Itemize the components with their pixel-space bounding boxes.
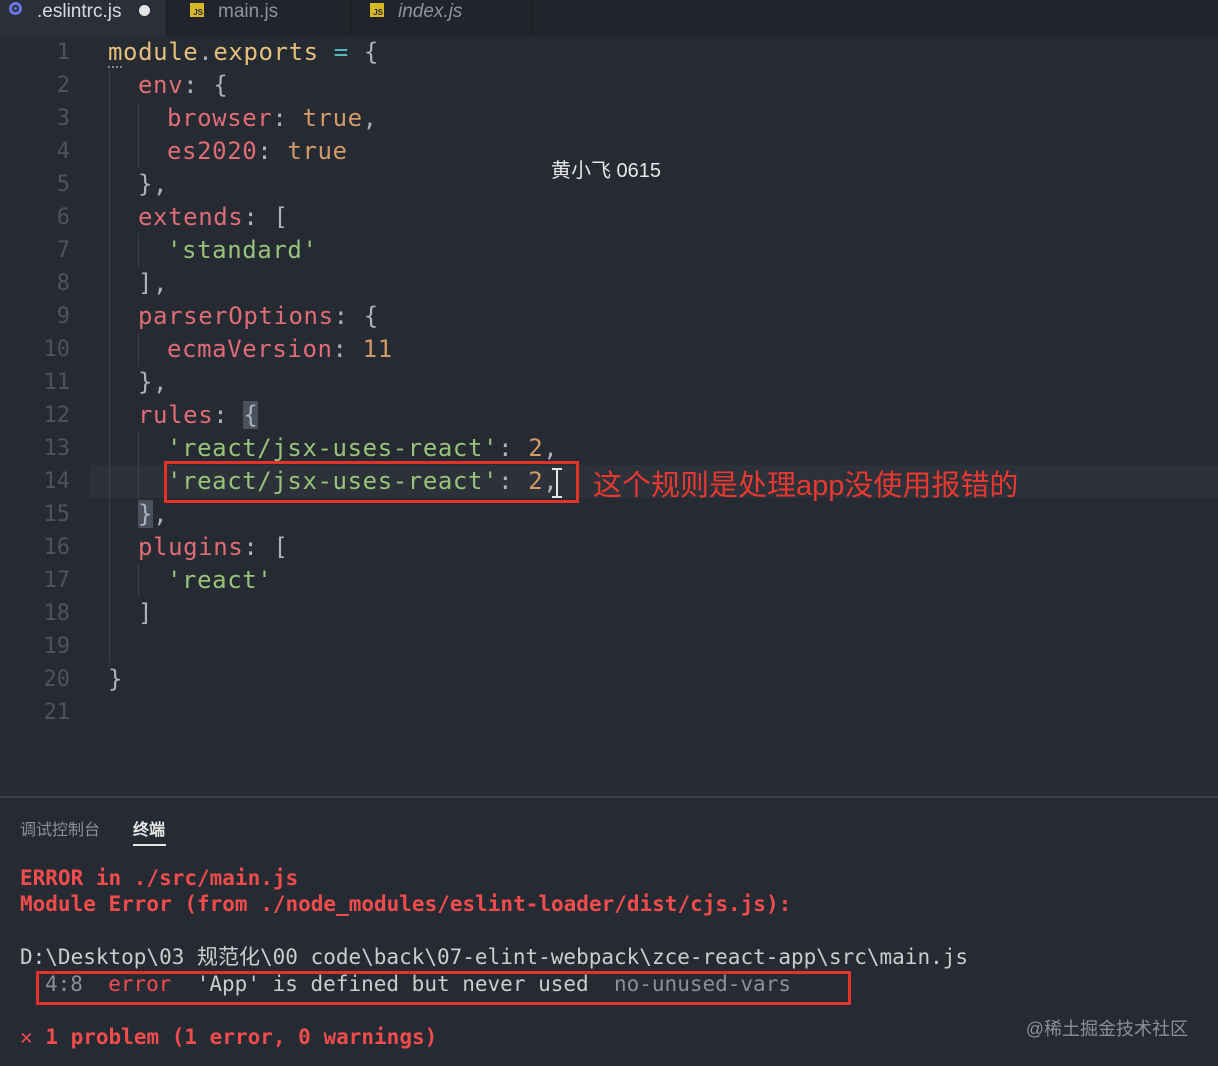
line-number: 10 (43, 337, 71, 362)
terminal-summary: ✕ 1 problem (1 error, 0 warnings) (20, 1025, 438, 1049)
code-line-9: parserOptions: { (138, 302, 379, 330)
text-cursor-icon (552, 468, 562, 498)
tab-eslintrc[interactable]: .eslintrc.js (0, 0, 166, 36)
code-line-16: plugins: [ (138, 533, 289, 561)
line-number: 8 (56, 271, 70, 296)
code-line-3: browser: true, (167, 104, 378, 132)
code-editor[interactable]: 1 2 3 4 5 6 7 8 9 10 11 12 13 14 15 16 1… (0, 36, 1218, 796)
tab-index-js[interactable]: JS index.js (351, 0, 531, 36)
js-file-icon: JS (370, 3, 384, 17)
site-watermark: @稀土掘金技术社区 (1025, 1019, 1188, 1039)
author-watermark: 黄小飞 0615 (551, 160, 662, 182)
line-number: 15 (43, 502, 71, 527)
line-number: 21 (43, 700, 71, 725)
line-number: 7 (56, 238, 70, 263)
line-number: 14 (43, 469, 71, 494)
annotation-text: 这个规则是处理app没使用报错的 (593, 470, 1019, 502)
line-number: 4 (56, 139, 70, 164)
code-line-18: ] (138, 599, 154, 627)
unsaved-dot-icon[interactable] (139, 5, 150, 16)
code-line-2: env: { (138, 71, 229, 99)
highlight-box-rule (164, 461, 579, 503)
line-number: 17 (43, 568, 71, 593)
line-number: 5 (56, 172, 70, 197)
js-file-icon: JS (190, 3, 204, 17)
tab-debug-console[interactable]: 调试控制台 (20, 816, 100, 840)
terminal-error-line: Module Error (from ./node_modules/eslint… (20, 892, 792, 916)
line-number: 12 (43, 403, 71, 428)
line-number: 9 (56, 304, 70, 329)
tab-label: .eslintrc.js (37, 1, 122, 22)
line-number: 1 (56, 40, 70, 65)
line-number: 11 (43, 370, 71, 395)
line-number: 18 (43, 601, 71, 626)
code-line-1: module.exports = { (108, 38, 379, 66)
line-number: 2 (56, 73, 70, 98)
code-line-5: }, (138, 170, 169, 198)
terminal-error-line: ERROR in ./src/main.js (20, 866, 299, 890)
code-line-11: }, (138, 368, 169, 396)
active-tab-indicator (133, 844, 166, 846)
tab-label: index.js (398, 1, 463, 22)
tab-main-js[interactable]: JS main.js (168, 0, 351, 36)
error-x-icon: ✕ (20, 1025, 33, 1049)
code-line-12: rules: { (138, 401, 259, 429)
line-number: 19 (43, 634, 71, 659)
line-number: 20 (43, 667, 71, 692)
line-number: 16 (43, 535, 71, 560)
code-line-6: extends: [ (138, 203, 289, 231)
line-number: 6 (56, 205, 70, 230)
code-line-7: 'standard' (167, 236, 318, 264)
editor-tab-bar: .eslintrc.js JS main.js JS index.js (0, 0, 1218, 36)
line-number: 13 (43, 436, 71, 461)
terminal-file-path: D:\Desktop\03 规范化\00 code\back\07-elint-… (20, 945, 969, 969)
tab-label: main.js (218, 1, 279, 22)
tab-terminal[interactable]: 终端 (133, 816, 165, 840)
highlight-box-error (36, 971, 851, 1005)
code-line-8: ], (138, 269, 169, 297)
code-line-17: 'react' (167, 566, 273, 594)
code-line-10: ecmaVersion: 11 (167, 335, 393, 363)
eslint-icon (9, 2, 22, 15)
code-line-20: } (108, 665, 124, 693)
code-line-4: es2020: true (167, 137, 348, 165)
line-number: 3 (56, 106, 70, 131)
